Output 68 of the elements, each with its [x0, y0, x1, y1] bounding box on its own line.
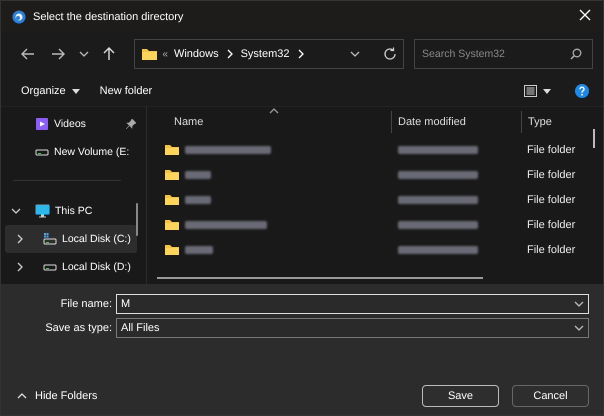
search-icon	[570, 48, 582, 60]
folder-icon	[164, 193, 180, 206]
up-arrow-icon	[103, 47, 116, 61]
chevron-down-icon	[78, 49, 89, 59]
window-title: Select the destination directory	[33, 10, 184, 22]
caret-icon	[543, 88, 551, 94]
scrollbar-thumb[interactable]	[157, 277, 483, 279]
blurred-text	[185, 246, 213, 254]
chevron-down-icon	[574, 323, 584, 333]
field-label: Save as type:	[44, 322, 113, 334]
overflow-indicator[interactable]: «	[162, 48, 168, 60]
help-button[interactable]	[575, 81, 589, 101]
left-arrow-icon	[20, 48, 35, 60]
tree-item[interactable]: Local Disk (D:)	[5, 253, 137, 281]
help-icon	[575, 84, 589, 98]
caret-icon	[72, 88, 80, 94]
dropdown[interactable]: All Files	[116, 318, 589, 338]
right-arrow-icon	[50, 48, 65, 60]
chevron-down-icon	[350, 49, 360, 59]
app-logo-icon	[12, 10, 26, 24]
pin-icon	[126, 119, 136, 129]
dialog-button[interactable]: Save	[422, 385, 499, 407]
table-cell-text: File folder	[526, 244, 576, 256]
scrollbar-thumb[interactable]	[593, 129, 595, 148]
scrollbar-thumb[interactable]	[136, 203, 138, 236]
input-field[interactable]: M	[116, 294, 589, 314]
address-bar[interactable]: « Windows System32	[134, 39, 404, 69]
tree-item[interactable]: This PC	[5, 197, 137, 225]
drive-icon	[35, 147, 49, 157]
chevron-right-icon	[15, 234, 25, 244]
folder-icon	[164, 218, 180, 231]
sidebar-item[interactable]: New Volume (E:	[5, 138, 137, 166]
close-icon	[579, 8, 591, 20]
breadcrumb-item[interactable]: Windows	[174, 48, 219, 60]
dialog-button[interactable]: Cancel	[512, 385, 589, 407]
monitor-icon	[35, 204, 50, 218]
tree-item[interactable]: Local Disk (C:)	[5, 225, 137, 253]
blurred-text	[185, 196, 211, 204]
hide-folders-button[interactable]: Hide Folders	[11, 390, 104, 402]
chevron-down-icon	[11, 206, 21, 216]
organize-button[interactable]: Organize	[11, 82, 90, 100]
table-cell-text: File folder	[526, 218, 576, 230]
field-label: File name:	[60, 298, 113, 310]
refresh-icon	[383, 47, 398, 61]
chevron-right-icon	[296, 49, 306, 59]
column-header[interactable]: Date modified	[391, 111, 521, 133]
table-cell-text: File folder	[526, 194, 576, 206]
folder-icon	[142, 48, 158, 60]
chevron-right-icon	[224, 49, 235, 59]
chevron-down-icon	[574, 299, 584, 309]
new-folder-button[interactable]: New folder	[90, 82, 162, 100]
folder-icon	[164, 143, 180, 156]
video-folder-icon	[35, 117, 49, 131]
chevron-up-icon	[17, 391, 27, 401]
breadcrumb-item[interactable]: System32	[240, 48, 290, 60]
chevron-right-icon	[15, 262, 25, 272]
folder-icon	[164, 243, 180, 256]
blurred-text	[185, 170, 211, 178]
list-view-icon	[524, 85, 537, 97]
drive-icon	[43, 233, 57, 245]
search-field[interactable]: Search System32	[414, 39, 594, 69]
table-cell-text: File folder	[526, 168, 576, 180]
sidebar-item[interactable]: Videos	[5, 110, 137, 138]
column-header[interactable]: Name	[157, 111, 391, 133]
column-header[interactable]: Type	[521, 111, 591, 133]
folder-icon	[164, 168, 180, 181]
drive-icon	[43, 262, 57, 272]
table-cell-text: File folder	[526, 144, 576, 156]
